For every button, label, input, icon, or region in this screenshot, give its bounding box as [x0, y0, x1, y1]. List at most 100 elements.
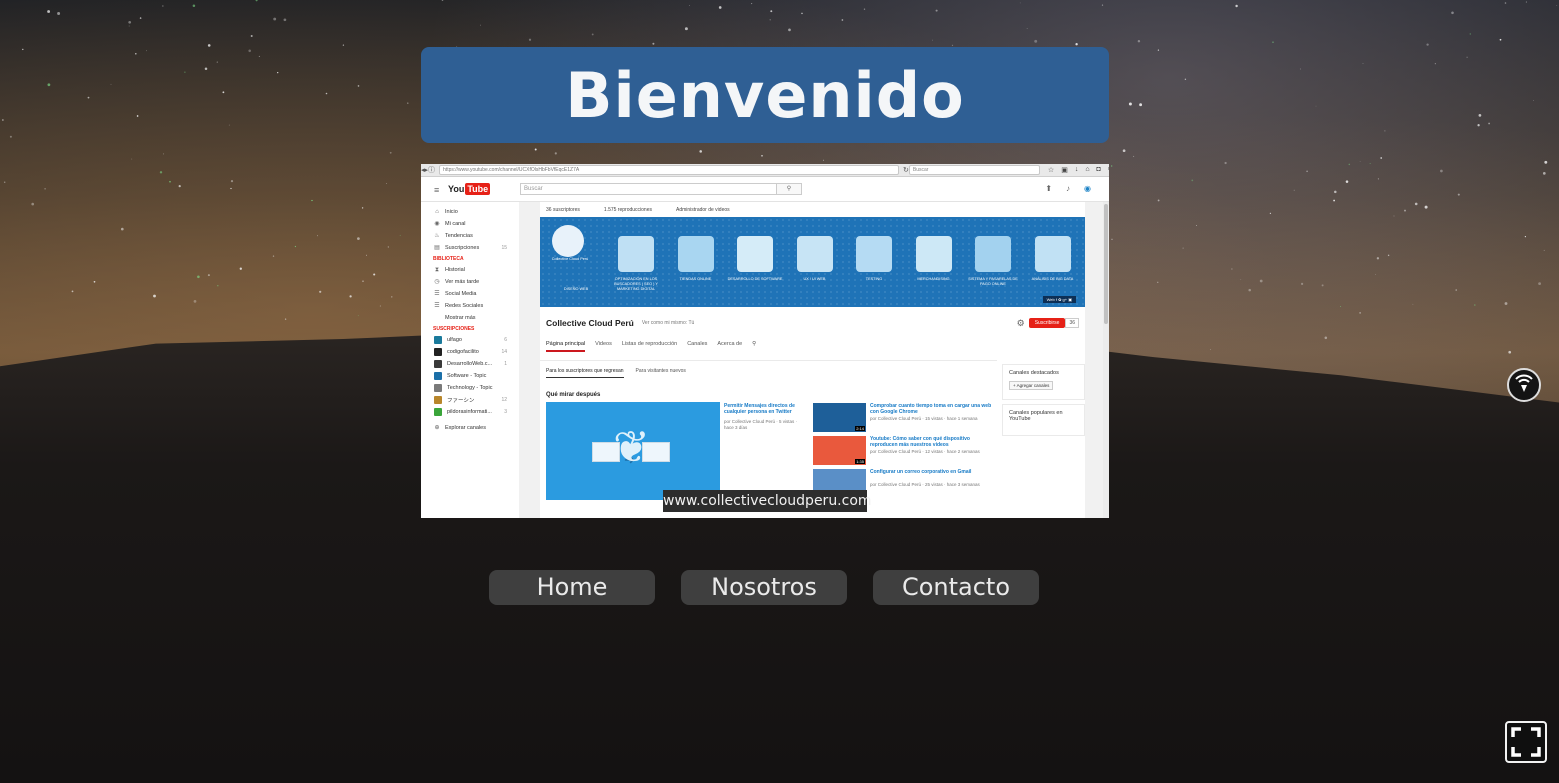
subscription-item: Technology - Topic	[421, 382, 519, 394]
star	[283, 18, 287, 22]
banner-service-icon	[975, 236, 1011, 272]
page-title: Bienvenido	[565, 58, 965, 132]
fullscreen-glyph	[1511, 727, 1541, 757]
star	[222, 91, 225, 94]
star	[718, 6, 722, 9]
contacto-button[interactable]: Contacto	[873, 570, 1039, 605]
star	[136, 115, 139, 117]
star	[1235, 4, 1238, 8]
search-icon: ⚲	[776, 183, 802, 195]
channel-name: Collective Cloud Perú	[546, 318, 634, 328]
plus-icon: ⊕	[434, 425, 440, 431]
star	[1504, 2, 1507, 4]
star	[1362, 63, 1364, 64]
star	[407, 102, 409, 104]
star	[1393, 215, 1395, 217]
star	[389, 151, 392, 154]
star	[342, 44, 345, 46]
star	[1321, 284, 1324, 287]
audience-tabs: Para los suscriptores que regresan Para …	[546, 368, 686, 378]
star	[1133, 155, 1135, 157]
star	[822, 159, 824, 161]
star	[1231, 268, 1233, 270]
scroll-thumb	[1104, 204, 1108, 324]
tab-videos: Videos	[595, 341, 612, 347]
star	[319, 290, 322, 293]
star	[1469, 33, 1472, 35]
star	[399, 234, 401, 236]
star	[255, 0, 258, 2]
star	[1026, 27, 1028, 29]
star	[1380, 157, 1383, 159]
popular-channels-card: Canales populares en YouTube	[1002, 404, 1085, 436]
tab-home: Página principal	[546, 341, 586, 352]
star	[1542, 172, 1546, 175]
star	[1191, 179, 1194, 182]
sidebar-item-label: Tendencias	[445, 233, 473, 239]
star	[207, 274, 210, 277]
video-meta: por Collective Cloud Perú · 25 vistas · …	[870, 482, 980, 487]
subscription-item: ulfago 6	[421, 334, 519, 346]
subscription-label: pildorasinformati...	[447, 409, 492, 415]
lock-icon: ▣	[1061, 167, 1068, 174]
star	[87, 96, 90, 99]
home-button[interactable]: Home	[489, 570, 655, 605]
upload-icon: ⬆	[1045, 184, 1053, 193]
star	[770, 10, 773, 13]
avatar: ◉	[1084, 184, 1091, 193]
star	[1248, 288, 1251, 292]
star	[841, 19, 844, 21]
star	[1157, 281, 1159, 283]
sidebar-item-label: Inicio	[445, 209, 458, 215]
subscriber-count: 36	[1065, 318, 1079, 328]
video-duration: 2:14	[855, 426, 865, 431]
section-title: Qué mirar después	[546, 392, 601, 398]
star	[1184, 78, 1187, 81]
channel-banner-logo	[552, 225, 584, 257]
star	[162, 5, 164, 7]
star	[204, 67, 208, 70]
scrollbar	[1103, 202, 1109, 518]
star	[769, 19, 771, 21]
banner-logo-label: Collective Cloud Perú	[551, 257, 589, 261]
sidebar-item-count: 15	[501, 245, 507, 251]
star	[3, 181, 6, 183]
nosotros-button[interactable]: Nosotros	[681, 570, 847, 605]
video-thumbnail: 2:14	[813, 403, 866, 432]
library-item-label: Historial	[445, 267, 465, 273]
main-video-thumbnail: ➜ ❦	[546, 402, 720, 500]
star	[387, 246, 389, 248]
stat-subscribers: 36 suscriptores	[546, 206, 580, 213]
star	[1369, 163, 1371, 164]
star	[373, 273, 376, 276]
info-icon: ⓘ	[428, 167, 436, 174]
subscription-item: ファーシン 12	[421, 394, 519, 406]
star	[128, 25, 130, 27]
channel-avatar	[434, 336, 442, 344]
star	[357, 237, 360, 240]
star	[1240, 279, 1242, 280]
star	[325, 92, 328, 95]
banner-service-icon	[677, 236, 714, 272]
star	[1182, 247, 1184, 249]
video-title: Comprobar cuanto tiempo toma en cargar u…	[870, 403, 992, 415]
channel-avatar	[434, 348, 442, 356]
star	[47, 83, 51, 87]
logo-you-text: You	[448, 184, 465, 194]
fullscreen-icon[interactable]	[1505, 721, 1547, 763]
subscription-label: Software - Topic	[447, 373, 487, 379]
subscription-item: Software - Topic	[421, 370, 519, 382]
star	[932, 39, 933, 41]
signal-icon[interactable]	[1507, 368, 1541, 402]
star	[652, 42, 655, 45]
channel-tabs: Página principal Videos Listas de reprod…	[546, 341, 756, 352]
library-item-label: Ver más tarde	[445, 279, 480, 285]
star	[1376, 257, 1380, 260]
star	[689, 4, 690, 6]
star	[1387, 254, 1390, 257]
twitter-bird-icon: ❦	[613, 423, 650, 472]
sidebar-item: ▤ Suscripciones 15	[421, 242, 519, 254]
star	[250, 34, 253, 38]
subscription-item: DesarrolloWeb.c... 1	[421, 358, 519, 370]
subscription-label: DesarrolloWeb.c...	[447, 361, 493, 367]
